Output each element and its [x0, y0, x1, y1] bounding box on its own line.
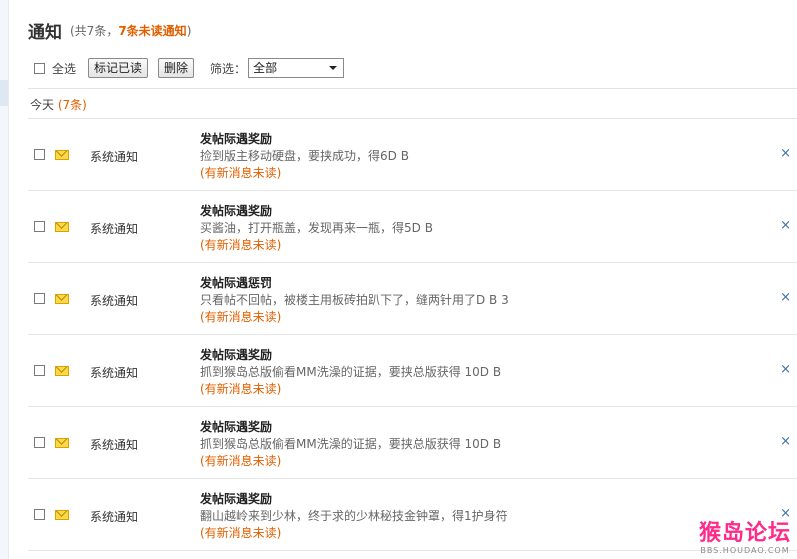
notification-row[interactable]: 系统通知 发帖际遇奖励买酱油，打开瓶盖，发现再来一瓶，得5D B (有新消息未读) ×: [28, 191, 797, 263]
notification-heading: 发帖际遇奖励: [200, 132, 273, 146]
row-checkbox[interactable]: [34, 437, 45, 448]
notification-content: 发帖际遇奖励捡到版主移动硬盘，要挟成功，得6D B (有新消息未读): [200, 131, 409, 182]
site-watermark: 猴岛论坛 BBS.HOUDAO.COM: [698, 521, 791, 556]
notification-content: 发帖际遇惩罚只看帖不回帖，被楼主用板砖拍趴下了，缝两针用了D B 3 (有新消息未…: [200, 275, 509, 326]
notification-content: 发帖际遇奖励翻山越岭来到少林，终于求的少林秘技金钟罩，得1护身符 (有新消息未读): [200, 491, 508, 542]
close-icon[interactable]: ×: [780, 218, 791, 233]
envelope-icon: [55, 294, 69, 304]
notification-row[interactable]: 系统通知 发帖际遇惩罚只看帖不回帖，被楼主用板砖拍趴下了，缝两针用了D B 3 (有…: [28, 263, 797, 335]
notification-row[interactable]: 系统通知 发帖际遇奖励抓到猴岛总版偷看MM洗澡的证据，要挟总版获得 10D B (有…: [28, 407, 797, 479]
notification-type: 系统通知: [90, 366, 139, 380]
close-icon[interactable]: ×: [780, 506, 791, 521]
today-count: (7条): [57, 98, 87, 112]
notification-heading: 发帖际遇奖励: [200, 204, 273, 218]
summary-prefix: (共7条，: [70, 24, 119, 38]
envelope-icon: [55, 510, 69, 520]
notification-heading: 发帖际遇奖励: [200, 420, 273, 434]
mark-read-button[interactable]: 标记已读: [88, 58, 149, 78]
filter-select[interactable]: 全部: [248, 58, 345, 78]
close-icon[interactable]: ×: [780, 146, 791, 161]
notification-desc: 捡到版主移动硬盘，要挟成功，得6D B: [200, 149, 409, 163]
notification-type: 系统通知: [90, 438, 139, 452]
row-checkbox[interactable]: [34, 149, 45, 160]
left-sidebar-tab[interactable]: [0, 80, 8, 106]
notification-row[interactable]: 系统通知 发帖际遇奖励捡到版主移动硬盘，要挟成功，得6D B (有新消息未读) ×: [28, 119, 797, 191]
envelope-icon: [55, 150, 69, 160]
page-title: 通知: [28, 23, 62, 43]
notification-type: 系统通知: [90, 150, 139, 164]
row-checkbox[interactable]: [34, 365, 45, 376]
notification-content: 发帖际遇奖励抓到猴岛总版偷看MM洗澡的证据，要挟总版获得 10D B (有新消息未…: [200, 347, 501, 398]
notification-desc: 抓到猴岛总版偷看MM洗澡的证据，要挟总版获得 10D B: [200, 365, 502, 379]
notification-status[interactable]: (有新消息未读): [200, 237, 433, 254]
notification-status[interactable]: (有新消息未读): [200, 525, 508, 542]
notification-heading: 发帖际遇惩罚: [200, 276, 273, 290]
notification-desc: 抓到猴岛总版偷看MM洗澡的证据，要挟总版获得 10D B: [200, 437, 502, 451]
envelope-icon: [55, 366, 69, 376]
delete-button[interactable]: 删除: [158, 58, 195, 78]
close-icon[interactable]: ×: [780, 362, 791, 377]
close-icon[interactable]: ×: [780, 290, 791, 305]
notification-heading: 发帖际遇奖励: [200, 348, 273, 362]
row-checkbox[interactable]: [34, 509, 45, 520]
envelope-icon: [55, 438, 69, 448]
notification-status[interactable]: (有新消息未读): [200, 309, 509, 326]
close-icon[interactable]: ×: [780, 434, 791, 449]
notification-desc: 买酱油，打开瓶盖，发现再来一瓶，得5D B: [200, 221, 433, 235]
notification-desc: 翻山越岭来到少林，终于求的少林秘技金钟罩，得1护身符: [200, 509, 508, 523]
notification-list: 系统通知 发帖际遇奖励 捡到版主移动硬盘，要挟成功，得6D B (有新消息未读) × 系统…: [28, 119, 797, 551]
notification-heading: 发帖际遇奖励: [200, 492, 273, 506]
chevron-down-icon: [329, 66, 338, 70]
notification-type: 系统通知: [90, 222, 139, 236]
select-all-checkbox[interactable]: [34, 62, 45, 74]
notification-type: 系统通知: [90, 294, 139, 308]
notification-row[interactable]: 系统通知 发帖际遇奖励抓到猴岛总版偷看MM洗澡的证据，要挟总版获得 10D B (有…: [28, 335, 797, 407]
notification-row[interactable]: 系统通知 发帖际遇奖励翻山越岭来到少林，终于求的少林秘技金钟罩，得1护身符 (有新消…: [28, 479, 797, 551]
divider: [28, 88, 797, 89]
page-header: 通知 (共7条，7条未读通知): [28, 18, 191, 43]
row-checkbox[interactable]: [34, 293, 45, 304]
today-label: 今天: [30, 98, 55, 112]
summary-suffix: ): [186, 24, 192, 38]
notification-desc: 只看帖不回帖，被楼主用板砖拍趴下了，缝两针用了D B 3: [200, 293, 509, 307]
notification-type: 系统通知: [90, 510, 139, 524]
watermark-logo: 猴岛论坛: [698, 521, 791, 546]
select-all-label[interactable]: 全选: [52, 60, 76, 77]
watermark-url: BBS.HOUDAO.COM: [700, 546, 790, 555]
filter-selected-value: 全部: [253, 61, 278, 75]
notification-summary: (共7条，7条未读通知): [70, 24, 191, 38]
row-checkbox[interactable]: [34, 221, 45, 232]
toolbar: 全选 标记已读 删除 筛选： 全部: [28, 56, 345, 80]
notification-content: 发帖际遇奖励买酱油，打开瓶盖，发现再来一瓶，得5D B (有新消息未读): [200, 203, 433, 254]
notification-status[interactable]: (有新消息未读): [200, 381, 501, 398]
unread-count: 7条未读通知: [118, 24, 187, 38]
section-today: 今天 (7条): [30, 96, 87, 113]
filter-label: 筛选：: [210, 61, 247, 76]
notification-status[interactable]: (有新消息未读): [200, 165, 409, 182]
envelope-icon: [55, 222, 69, 232]
notification-content: 发帖际遇奖励抓到猴岛总版偷看MM洗澡的证据，要挟总版获得 10D B (有新消息未…: [200, 419, 501, 470]
notification-status[interactable]: (有新消息未读): [200, 453, 501, 470]
